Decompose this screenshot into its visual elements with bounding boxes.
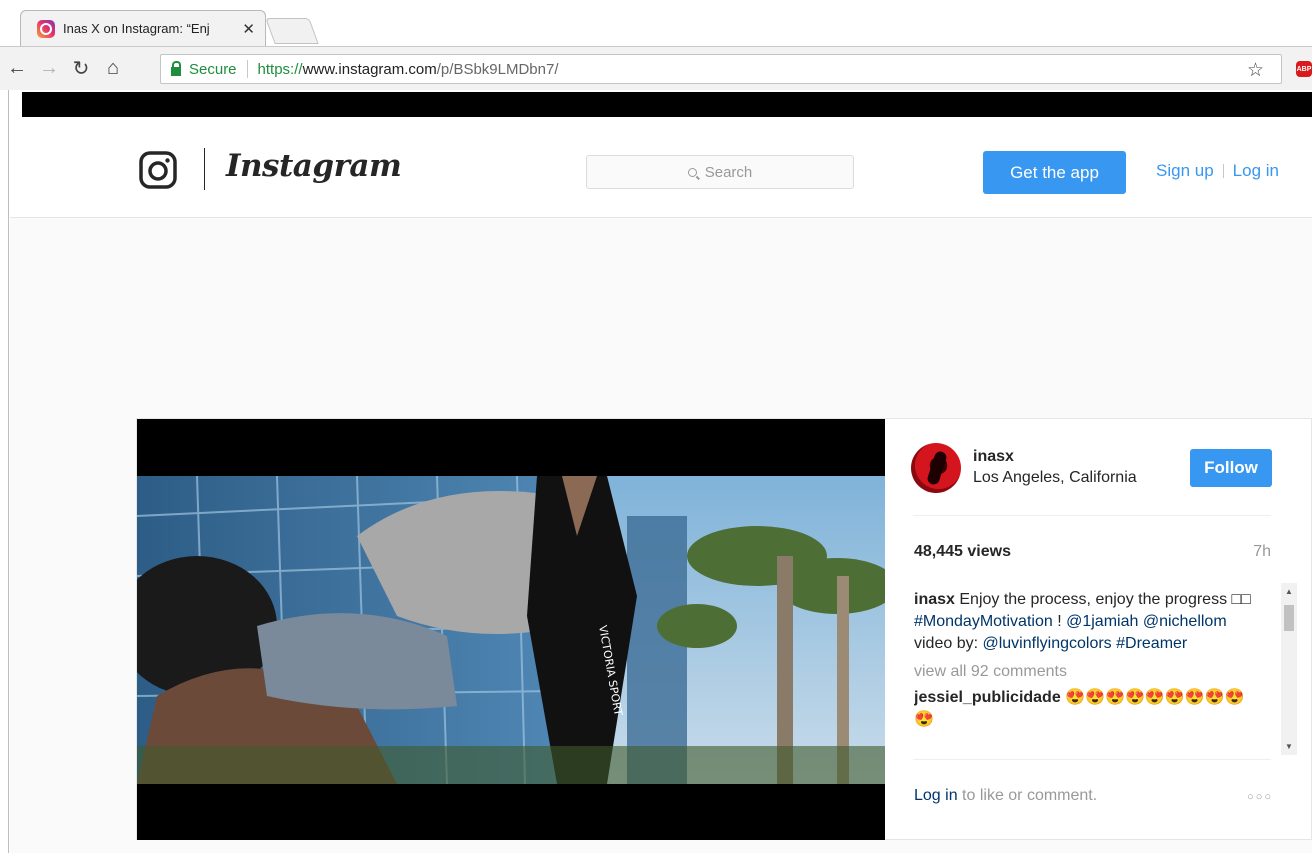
post-sidebar: inasx Los Angeles, California Follow 48,… — [885, 419, 1312, 840]
hashtag-link[interactable]: #MondayMotivation — [914, 613, 1053, 630]
home-icon[interactable]: ⌂ — [98, 54, 128, 84]
log-in-link[interactable]: Log in — [1233, 161, 1279, 181]
search-input[interactable]: Search — [586, 155, 854, 189]
view-count: 48,445 views — [914, 543, 1011, 560]
caption-text-3: video by: — [914, 635, 983, 652]
logo-divider — [204, 148, 205, 190]
caption-text: Enjoy the process, enjoy the progress □□ — [954, 591, 1251, 608]
post-location[interactable]: Los Angeles, California — [973, 469, 1137, 487]
caption: inasx Enjoy the process, enjoy the progr… — [914, 589, 1254, 655]
mention-link[interactable]: @1jamiah — [1066, 613, 1138, 630]
adblock-extension-icon[interactable]: ABP — [1296, 61, 1312, 77]
caption-text-2: ! — [1052, 613, 1067, 630]
scroll-down-icon[interactable]: ▼ — [1285, 742, 1293, 751]
caption-username[interactable]: inasx — [914, 591, 955, 608]
instagram-header: Instagram Search Get the app Sign up Log… — [10, 118, 1312, 218]
follow-button[interactable]: Follow — [1190, 449, 1272, 487]
url-path: /p/BSbk9LMDbn7/ — [436, 60, 559, 78]
reload-icon[interactable]: ↻ — [66, 54, 96, 84]
divider — [913, 759, 1271, 760]
address-bar[interactable]: Secure https:// www.instagram.com /p/BSb… — [160, 54, 1282, 84]
window-frame-left — [0, 90, 9, 853]
browser-tab[interactable]: Inas X on Instagram: “Enj ✕ — [20, 10, 266, 46]
scroll-thumb[interactable] — [1284, 605, 1294, 631]
more-options-icon[interactable]: ○○○ — [1247, 791, 1273, 803]
auth-links: Sign up Log in — [1156, 161, 1279, 181]
post-video[interactable]: VICTORIA SPORT — [137, 419, 885, 840]
instagram-camera-icon[interactable] — [138, 150, 178, 190]
login-prompt-text: to like or comment. — [957, 787, 1098, 804]
browser-toolbar: ← → ↻ ⌂ Secure https:// www.instagram.co… — [0, 46, 1312, 90]
black-bar — [22, 92, 1312, 117]
auth-separator — [1222, 164, 1224, 178]
log-in-link[interactable]: Log in — [914, 787, 958, 804]
post-time[interactable]: 7h — [1253, 543, 1271, 561]
video-frame: VICTORIA SPORT — [137, 476, 885, 784]
browser-chrome: Inas X on Instagram: “Enj ✕ ← → ↻ ⌂ Secu… — [0, 0, 1312, 118]
post-card: VICTORIA SPORT inasx Los Angeles, Califo… — [136, 418, 1312, 840]
lock-icon — [171, 60, 181, 76]
forward-arrow-icon[interactable]: → — [34, 54, 64, 84]
avatar[interactable] — [911, 443, 961, 493]
back-arrow-icon[interactable]: ← — [2, 54, 32, 84]
secure-label: Secure — [189, 60, 237, 78]
sign-up-link[interactable]: Sign up — [1156, 161, 1214, 181]
hashtag-link[interactable]: #Dreamer — [1116, 635, 1187, 652]
post-username[interactable]: inasx — [973, 448, 1014, 466]
comment: jessiel_publicidade 😍😍😍😍😍😍😍😍😍😍 — [914, 687, 1254, 731]
omnibox-separator — [246, 60, 248, 78]
bookmark-star-icon[interactable]: ☆ — [1247, 59, 1264, 82]
tab-title: Inas X on Instagram: “Enj — [63, 21, 210, 36]
close-icon[interactable]: ✕ — [242, 20, 255, 38]
instagram-wordmark[interactable]: Instagram — [226, 148, 402, 184]
mention-link[interactable]: @nichellom — [1143, 613, 1227, 630]
get-the-app-button[interactable]: Get the app — [983, 151, 1126, 194]
login-to-comment: Log in to like or comment. — [914, 787, 1097, 805]
comments-list: inasx Enjoy the process, enjoy the progr… — [914, 589, 1254, 757]
comments-scrollbar[interactable]: ▲ ▼ — [1281, 583, 1297, 755]
tab-strip: Inas X on Instagram: “Enj ✕ — [0, 0, 1312, 46]
url-scheme: https:// — [257, 60, 303, 78]
url-host: www.instagram.com — [302, 60, 437, 78]
new-tab-button[interactable] — [265, 18, 319, 44]
search-placeholder: Search — [704, 163, 753, 181]
divider — [913, 515, 1271, 516]
search-icon — [687, 167, 697, 177]
scroll-up-icon[interactable]: ▲ — [1285, 587, 1293, 596]
instagram-page: Instagram Search Get the app Sign up Log… — [10, 118, 1312, 853]
comment-username[interactable]: jessiel_publicidade — [914, 689, 1061, 706]
instagram-favicon-icon — [37, 19, 55, 38]
view-all-comments-link[interactable]: view all 92 comments — [914, 661, 1254, 683]
mention-link[interactable]: @luvinflyingcolors — [982, 635, 1111, 652]
